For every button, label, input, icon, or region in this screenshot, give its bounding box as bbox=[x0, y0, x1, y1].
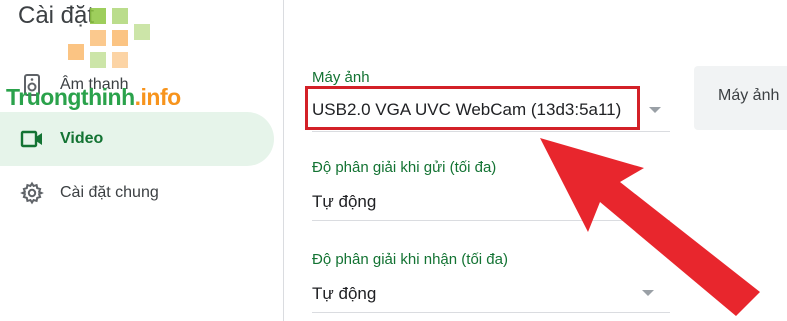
annotation-arrow bbox=[540, 138, 760, 316]
